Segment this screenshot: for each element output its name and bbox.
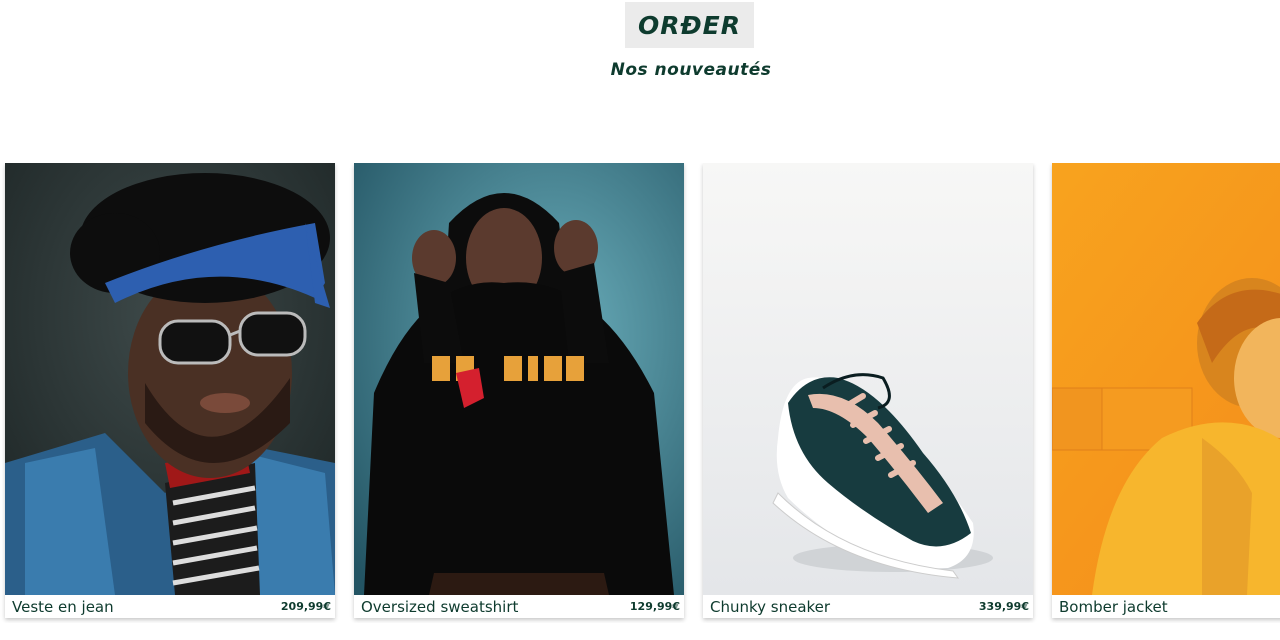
- logo-text: ORÐER: [638, 10, 741, 40]
- product-image[interactable]: [703, 163, 1033, 595]
- product-name[interactable]: Chunky sneaker: [710, 598, 830, 616]
- product-card[interactable]: Chunky sneaker 339,99€: [703, 163, 1033, 618]
- product-price: 209,99€: [280, 600, 331, 613]
- product-name[interactable]: Oversized sweatshirt: [361, 598, 518, 616]
- product-image[interactable]: [1052, 163, 1280, 595]
- product-name[interactable]: Veste en jean: [12, 598, 114, 616]
- product-info: Oversized sweatshirt 129,99€: [354, 595, 684, 618]
- product-info: Veste en jean 209,99€: [5, 595, 335, 618]
- product-image[interactable]: [5, 163, 335, 595]
- section-subtitle: Nos nouveautés: [610, 60, 772, 80]
- product-list: Veste en jean 209,99€ Oversized sweatshi…: [0, 163, 1280, 623]
- logo[interactable]: ORÐER: [625, 2, 754, 48]
- product-price: 129,99€: [629, 600, 680, 613]
- product-card[interactable]: Oversized sweatshirt 129,99€: [354, 163, 684, 618]
- product-name[interactable]: Bomber jacket: [1059, 598, 1168, 616]
- product-card[interactable]: Bomber jacket: [1052, 163, 1280, 618]
- product-price: 339,99€: [978, 600, 1029, 613]
- product-info: Bomber jacket: [1052, 595, 1280, 618]
- product-image[interactable]: [354, 163, 684, 595]
- product-info: Chunky sneaker 339,99€: [703, 595, 1033, 618]
- product-card[interactable]: Veste en jean 209,99€: [5, 163, 335, 618]
